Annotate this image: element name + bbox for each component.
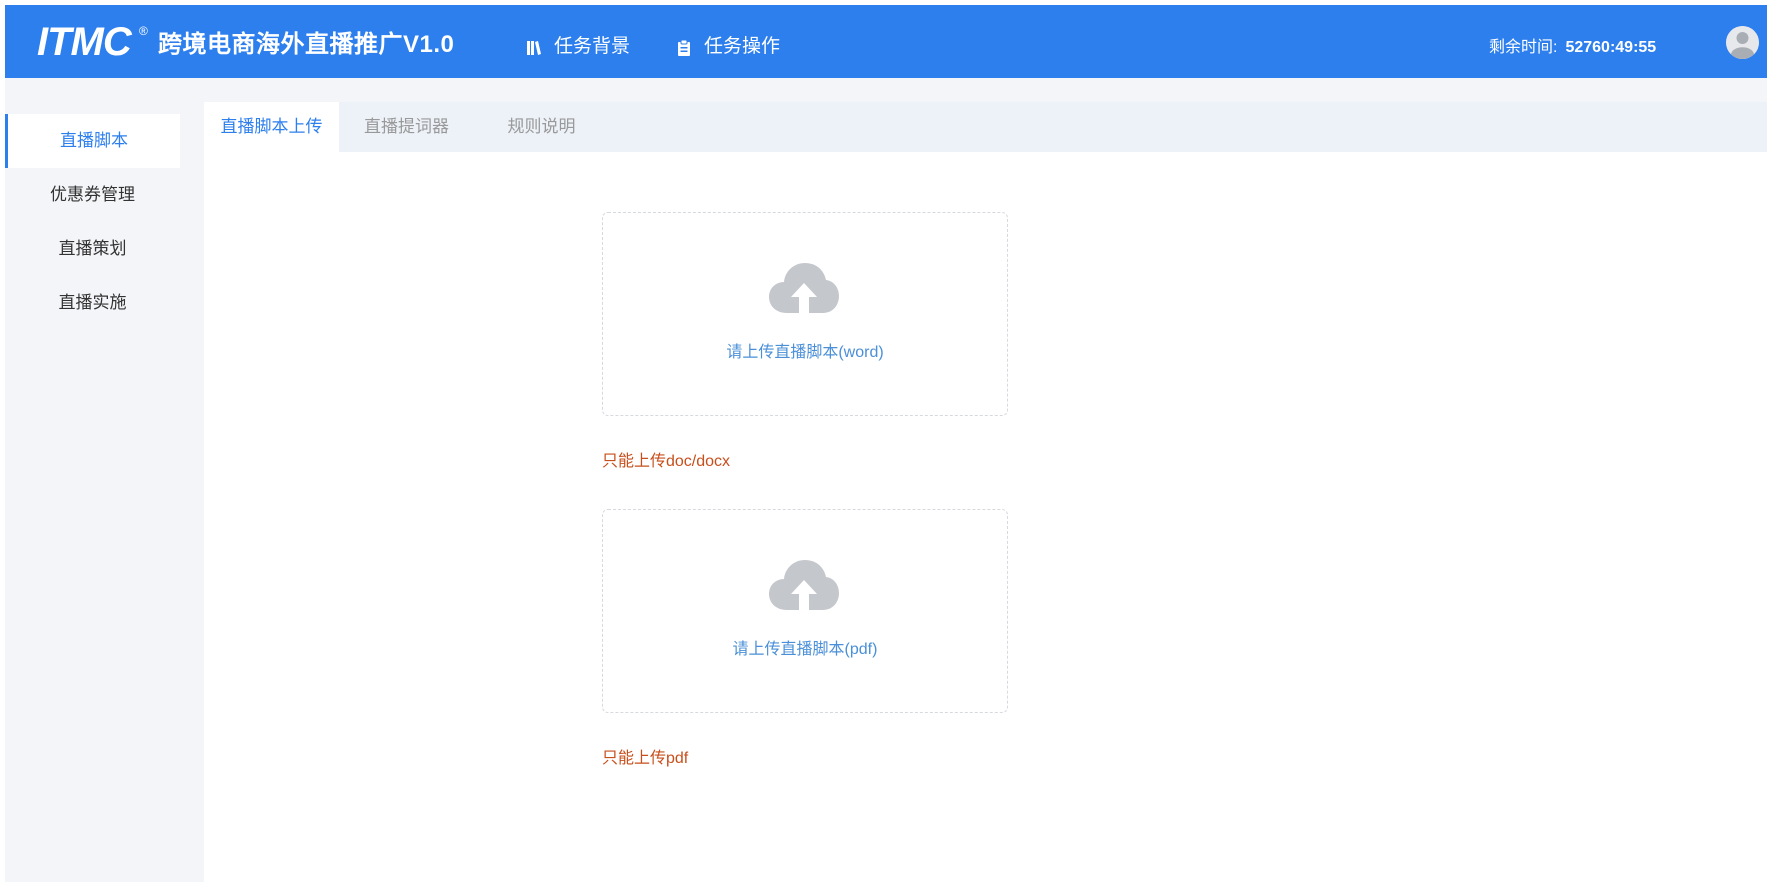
- registered-mark: ®: [139, 24, 148, 38]
- sidebar: 直播脚本 优惠券管理 直播策划 直播实施: [5, 78, 180, 882]
- pdf-upload-hint: 请上传直播脚本(pdf): [732, 641, 878, 658]
- app-frame: ITMC ® 跨境电商海外直播推广V1.0 任务背景 任务操作 剩余时间: 52…: [5, 5, 1767, 882]
- cloud-upload-icon: [769, 560, 839, 610]
- tab-teleprompter[interactable]: 直播提词器: [339, 102, 474, 152]
- remaining-time: 剩余时间: 52760:49:55: [1489, 38, 1656, 58]
- cloud-upload-icon: [769, 263, 839, 313]
- word-format-tip: 只能上传doc/docx: [602, 453, 731, 470]
- top-header: ITMC ® 跨境电商海外直播推广V1.0 任务背景 任务操作 剩余时间: 52…: [5, 5, 1767, 78]
- word-upload-dropzone[interactable]: 请上传直播脚本(word): [602, 212, 1008, 416]
- timer-value: 52760:49:55: [1565, 39, 1657, 56]
- nav-label: 任务操作: [704, 36, 781, 57]
- tab-script-upload[interactable]: 直播脚本上传: [204, 102, 339, 152]
- sidebar-item-live-planning[interactable]: 直播策划: [5, 222, 180, 276]
- pdf-format-tip: 只能上传pdf: [602, 750, 689, 767]
- word-upload-hint: 请上传直播脚本(word): [726, 344, 884, 361]
- sidebar-item-live-script[interactable]: 直播脚本: [5, 114, 180, 168]
- timer-label: 剩余时间:: [1489, 39, 1558, 56]
- tab-bar: 直播脚本上传 直播提词器 规则说明: [204, 102, 1767, 152]
- tab-rules[interactable]: 规则说明: [474, 102, 609, 152]
- nav-task-operation[interactable]: 任务操作: [677, 35, 780, 59]
- user-icon: [1726, 26, 1759, 59]
- clipboard-icon: [677, 39, 691, 56]
- nav-label: 任务背景: [554, 36, 631, 57]
- book-icon: [527, 39, 541, 55]
- user-avatar[interactable]: [1726, 26, 1759, 59]
- itmc-logo: ITMC: [37, 20, 132, 64]
- app-title: 跨境电商海外直播推广V1.0: [158, 31, 455, 58]
- sidebar-item-live-implementation[interactable]: 直播实施: [5, 276, 180, 330]
- sidebar-item-coupon-management[interactable]: 优惠券管理: [5, 168, 180, 222]
- pdf-upload-dropzone[interactable]: 请上传直播脚本(pdf): [602, 509, 1008, 713]
- nav-task-background[interactable]: 任务背景: [527, 35, 630, 59]
- main-panel: 直播脚本上传 直播提词器 规则说明 直播脚本上传（word）: 请上传直播脚本(…: [204, 102, 1767, 882]
